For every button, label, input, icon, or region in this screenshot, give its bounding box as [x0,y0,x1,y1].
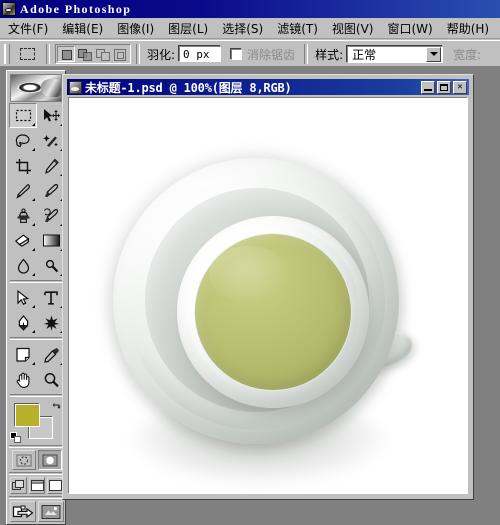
application-titlebar: Adobe Photoshop [0,0,500,18]
gradient-tool[interactable] [37,228,65,253]
move-tool[interactable] [37,103,65,128]
magic-wand-tool[interactable] [37,128,65,153]
toolbox-divider-1 [10,280,64,283]
hand-tool[interactable] [9,367,37,392]
options-bar-grip[interactable] [4,44,10,64]
standard-screen-mode-button[interactable] [10,477,27,494]
intersect-with-selection-button[interactable] [111,46,129,62]
menu-edit[interactable]: 编辑(E) [56,19,109,38]
toolbox-divider-2 [10,337,64,340]
lasso-tool[interactable] [9,128,37,153]
brush-tool[interactable] [37,178,65,203]
photoshop-eye-icon [2,2,16,16]
path-selection-tool[interactable] [9,285,37,310]
add-to-selection-button[interactable] [75,46,93,62]
tea-surface-sheen [209,246,289,302]
notes-tool[interactable] [9,342,37,367]
photoshop-application-window: Adobe Photoshop 文件(F) 编辑(E) 图像(I) 图层(L) … [0,0,500,500]
zoom-tool[interactable] [37,367,65,392]
tool-options-bar: 羽化: 0 px 消除锯齿 样式: 正常 宽度: [0,40,500,68]
antialias-checkbox[interactable] [231,49,242,60]
close-button[interactable]: ✕ [453,81,467,94]
document-icon [69,81,82,94]
quick-mask-mode-button[interactable] [38,450,62,470]
workspace-desktop: 未标题-1.psd @ 100%(图层 8,RGB) ✕ [0,66,500,500]
selection-mode-group [55,44,131,64]
menu-file[interactable]: 文件(F) [2,19,54,38]
menubar: 文件(F) 编辑(E) 图像(I) 图层(L) 选择(S) 滤镜(T) 视图(V… [0,18,500,39]
menu-view[interactable]: 视图(V) [326,19,380,38]
imageready-preview-button[interactable] [38,501,64,522]
menu-window[interactable]: 窗口(W) [381,19,438,38]
history-brush-tool[interactable] [37,203,65,228]
toolbox-tool-grid [9,103,65,399]
menu-filter[interactable]: 滤镜(T) [271,19,324,38]
menu-select[interactable]: 选择(S) [216,19,269,38]
width-label: 宽度: [453,46,481,63]
application-title: Adobe Photoshop [20,2,131,17]
photoshop-eye-banner[interactable] [10,74,62,102]
dodge-tool[interactable] [37,253,65,278]
toolbox-palette [6,70,66,525]
document-window-controls: ✕ [421,81,467,94]
toolbox-divider-3 [10,394,64,397]
blur-tool[interactable] [9,253,37,278]
maximize-button[interactable] [437,81,451,94]
feather-label: 羽化: [147,46,175,63]
new-selection-button[interactable] [57,46,75,62]
foreground-color-swatch[interactable] [15,404,40,427]
document-title: 未标题-1.psd @ 100%(图层 8,RGB) [85,79,421,96]
color-swatches [9,401,65,443]
document-canvas[interactable] [68,97,468,494]
antialias-label: 消除锯齿 [247,46,295,63]
rectangular-marquee-icon[interactable] [17,45,37,63]
toolbox-divider-6 [9,496,63,499]
menu-image[interactable]: 图像(I) [111,19,160,38]
feather-input[interactable]: 0 px [179,46,221,62]
options-separator-1 [46,44,50,64]
teacup-on-saucer-photo [69,98,467,493]
healing-brush-tool[interactable] [9,178,37,203]
menu-layer[interactable]: 图层(L) [162,19,214,38]
mask-mode-group [9,450,65,470]
type-tool[interactable] [37,285,65,310]
standard-mode-button[interactable] [12,450,36,470]
document-titlebar[interactable]: 未标题-1.psd @ 100%(图层 8,RGB) ✕ [67,79,469,95]
style-value: 正常 [348,46,425,63]
rectangular-marquee-tool[interactable] [9,103,37,128]
options-separator-3 [304,44,308,64]
default-colors-icon[interactable] [10,432,21,443]
jump-to-imageready-button[interactable] [10,501,36,522]
menu-help[interactable]: 帮助(H) [441,19,495,38]
document-window: 未标题-1.psd @ 100%(图层 8,RGB) ✕ [62,74,474,500]
crop-tool[interactable] [9,153,37,178]
full-screen-with-menubar-button[interactable] [29,477,46,494]
jump-to-group [9,501,65,522]
screen-mode-group [9,477,65,494]
custom-shape-tool[interactable] [37,310,65,335]
eraser-tool[interactable] [9,228,37,253]
style-label: 样式: [315,46,343,63]
pen-tool[interactable] [9,310,37,335]
slice-tool[interactable] [37,153,65,178]
eyedropper-tool[interactable] [37,342,65,367]
chevron-down-icon[interactable] [426,47,441,62]
clone-stamp-tool[interactable] [9,203,37,228]
toolbox-divider-4 [9,445,63,448]
subtract-from-selection-button[interactable] [93,46,111,62]
style-select[interactable]: 正常 [347,46,443,63]
toolbox-divider-5 [9,472,63,475]
options-separator-2 [136,44,140,64]
minimize-button[interactable] [421,81,435,94]
